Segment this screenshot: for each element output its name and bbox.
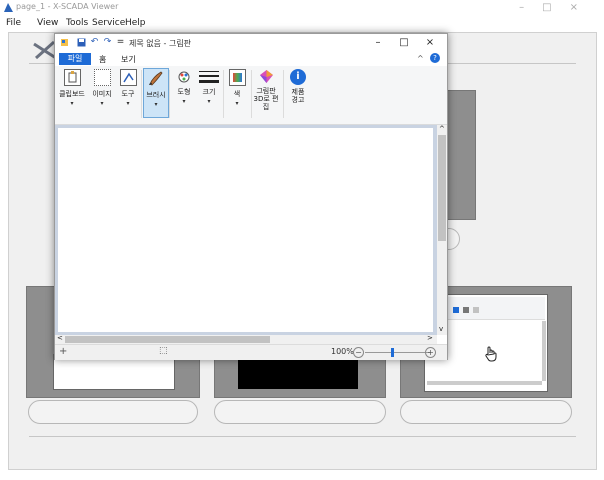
divider: [29, 436, 576, 437]
tab-home[interactable]: 홈: [99, 54, 106, 65]
vertical-scrollbar[interactable]: ^ v: [437, 125, 447, 335]
ribbon-separator: [223, 70, 224, 118]
cursor-position-icon: +: [59, 346, 68, 357]
ribbon-collapse-icon[interactable]: ^: [417, 54, 424, 63]
ribbon-label: 그림판 3D로 편집: [253, 87, 279, 111]
menu-service[interactable]: Service: [92, 18, 125, 28]
horizontal-scroll-thumb[interactable]: [65, 336, 270, 343]
zoom-slider[interactable]: [365, 352, 431, 353]
save-icon[interactable]: [77, 38, 86, 47]
ribbon-label: 이미지: [92, 90, 112, 98]
menu-file[interactable]: File: [6, 18, 21, 28]
window-title: page_1 - X-SCADA Viewer: [16, 2, 119, 11]
dropdown-arrow-icon: ▾: [154, 101, 158, 108]
window-controls: –□×: [519, 2, 596, 13]
paint-maximize-button[interactable]: □: [393, 36, 415, 50]
color-icon: [228, 69, 246, 86]
screen-preview: [238, 355, 358, 389]
dropdown-arrow-icon: ▾: [235, 100, 239, 107]
mini-icon: [473, 307, 479, 313]
app-icon: [4, 3, 13, 12]
horizontal-scrollbar[interactable]: < >: [55, 334, 437, 344]
mini-scrollbar: [542, 321, 546, 381]
zoom-slider-handle[interactable]: [391, 348, 394, 357]
help-icon[interactable]: ?: [430, 53, 440, 63]
ribbon-color[interactable]: 색 ▾: [225, 69, 249, 119]
ribbon-separator: [251, 70, 252, 118]
menu-help[interactable]: Help: [125, 18, 146, 28]
ribbon-clipboard[interactable]: 클립보드 ▾: [57, 69, 87, 119]
viewer-titlebar: page_1 - X-SCADA Viewer –□×: [0, 0, 604, 16]
dropdown-arrow-icon: ▾: [100, 100, 104, 107]
paint-titlebar: ↶ ↷ = 제목 없음 - 그림판 – □ ×: [55, 34, 447, 52]
tab-file[interactable]: 파일: [59, 53, 91, 65]
menubar: File View Tools Service Help: [0, 16, 604, 32]
undo-icon[interactable]: ↶: [90, 38, 99, 47]
ribbon-separator: [141, 70, 142, 118]
menu-tools[interactable]: Tools: [66, 18, 88, 28]
paint-app-icon: [60, 38, 69, 47]
zoom-level: 100%: [331, 347, 354, 356]
mini-icon: [453, 307, 459, 313]
size-icon: [199, 69, 219, 84]
scroll-up-icon[interactable]: ^: [439, 125, 445, 133]
minimize-button[interactable]: –: [519, 2, 542, 13]
zoom-in-button[interactable]: +: [425, 347, 436, 358]
ribbon-separator: [283, 70, 284, 118]
dropdown-arrow-icon: ▾: [126, 100, 130, 107]
close-button[interactable]: ×: [570, 2, 596, 13]
dropdown-arrow-icon: ▾: [182, 98, 186, 105]
menu-view[interactable]: View: [37, 18, 58, 28]
redo-icon[interactable]: ↷: [103, 38, 112, 47]
scroll-left-icon[interactable]: <: [57, 334, 63, 342]
shapes-icon: [177, 69, 192, 84]
ribbon: 클립보드 ▾ 이미지 ▾ 도구 ▾ 브러시 ▾ 도형 ▾ 크기 ▾ 색 ▾ 그림…: [55, 66, 447, 125]
vertical-scroll-thumb[interactable]: [438, 135, 446, 241]
paint-minimize-button[interactable]: –: [367, 36, 389, 50]
mini-scrollbar: [427, 381, 542, 385]
ribbon-label: 색: [233, 90, 241, 98]
ribbon-tabs: [55, 52, 447, 66]
ribbon-label: 도구: [121, 90, 135, 98]
maximize-button[interactable]: □: [542, 2, 569, 13]
ribbon-label: 도형: [177, 88, 191, 96]
paint3d-icon: [259, 69, 274, 84]
paint-title: 제목 없음 - 그림판: [129, 39, 192, 48]
mini-icon: [463, 307, 469, 313]
ribbon-label: 브러시: [146, 91, 166, 99]
screen-label[interactable]: [214, 400, 386, 424]
screen-label[interactable]: [400, 400, 572, 424]
canvas-area: [55, 125, 437, 335]
brush-icon: [147, 69, 165, 87]
ribbon-label: 크기: [202, 88, 216, 96]
ribbon-paint3d[interactable]: 그림판 3D로 편집: [253, 69, 279, 119]
ribbon-brush[interactable]: 브러시 ▾: [143, 68, 169, 118]
ribbon-label: 제품 경고: [291, 88, 305, 104]
paint-close-button[interactable]: ×: [419, 36, 441, 50]
info-icon: i: [290, 69, 306, 85]
paint-window[interactable]: ↶ ↷ = 제목 없음 - 그림판 – □ × 파일 홈 보기 ^ ? 클립보드…: [54, 33, 448, 360]
customize-quick-access-icon[interactable]: =: [116, 38, 125, 47]
zoom-out-button[interactable]: −: [353, 347, 364, 358]
scroll-down-icon[interactable]: v: [439, 325, 443, 333]
clipboard-icon: [63, 69, 81, 86]
dropdown-arrow-icon: ▾: [70, 100, 74, 107]
ribbon-image[interactable]: 이미지 ▾: [89, 69, 115, 119]
ribbon-label: 클립보드: [59, 90, 85, 98]
hand-cursor-icon: [484, 346, 498, 362]
statusbar: + ⬚ 100% − +: [55, 344, 447, 360]
dropdown-arrow-icon: ▾: [207, 98, 211, 105]
ribbon-product-alert[interactable]: i 제품 경고: [287, 69, 309, 119]
selection-size-icon: ⬚: [159, 346, 168, 356]
scroll-right-icon[interactable]: >: [427, 334, 433, 342]
screen-label[interactable]: [28, 400, 198, 424]
drawing-canvas[interactable]: [58, 128, 433, 332]
ribbon-shapes[interactable]: 도형 ▾: [171, 69, 197, 119]
tools-icon: [119, 69, 137, 86]
tab-view[interactable]: 보기: [121, 54, 136, 65]
ribbon-tools[interactable]: 도구 ▾: [117, 69, 139, 119]
ribbon-separator: [169, 70, 170, 118]
ribbon-size[interactable]: 크기 ▾: [197, 69, 221, 119]
image-icon: [93, 69, 111, 86]
